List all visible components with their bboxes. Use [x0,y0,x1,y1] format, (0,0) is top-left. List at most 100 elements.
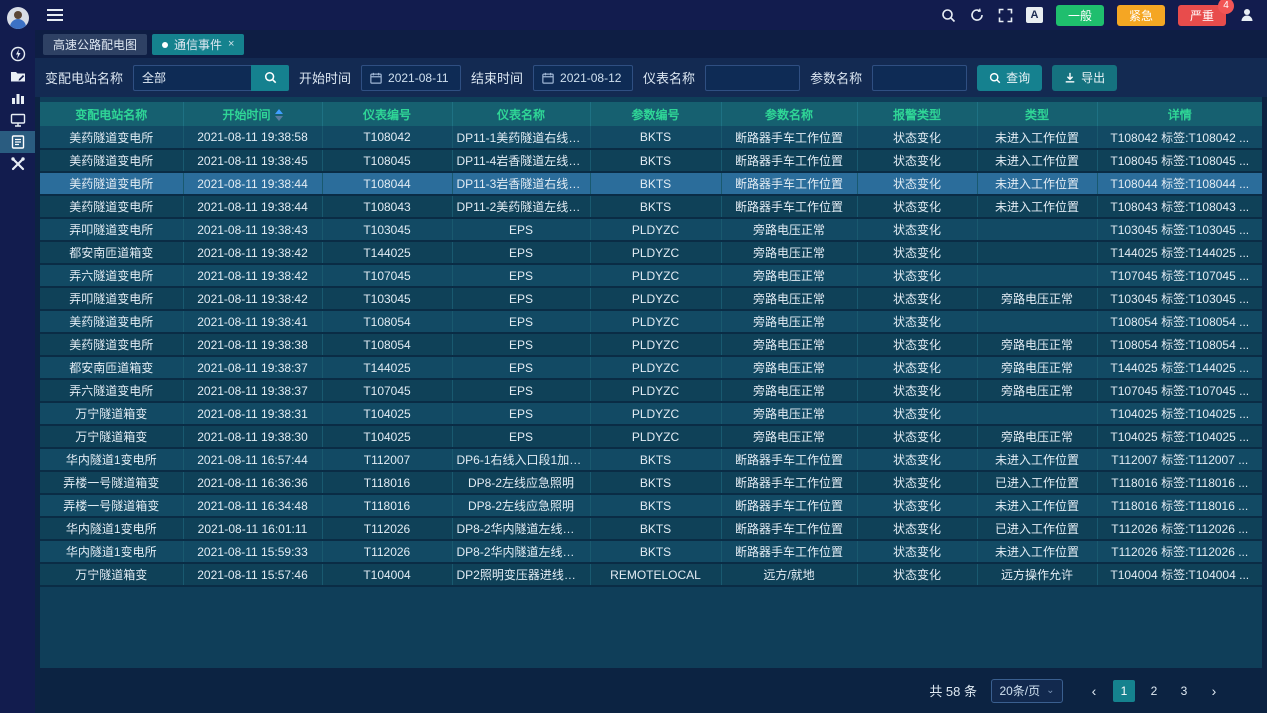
table-cell: DP11-4岩香隧道左线应... [452,149,590,172]
sidebar-item-events[interactable] [0,131,35,153]
refresh-icon[interactable] [969,7,985,23]
table-cell: BKTS [590,494,721,517]
alarm-badge-general[interactable]: 一般 [1056,5,1104,26]
table-cell: PLDYZC [590,356,721,379]
table-cell: 2021-08-11 19:38:37 [183,379,322,402]
table-row[interactable]: 弄楼一号隧道箱变2021-08-11 16:36:36T118016DP8-2左… [40,471,1262,494]
table-cell: 状态变化 [857,149,977,172]
table-cell: 2021-08-11 16:01:11 [183,517,322,540]
page-button[interactable]: 3 [1173,680,1195,702]
next-page-button[interactable]: › [1203,680,1225,702]
column-header[interactable]: 变配电站名称 [40,102,183,126]
table-row[interactable]: 美药隧道变电所2021-08-11 19:38:45T108045DP11-4岩… [40,149,1262,172]
sidebar-item-tools[interactable] [0,153,35,175]
station-search-button[interactable] [251,65,289,91]
column-header[interactable]: 开始时间 [183,102,322,126]
user-icon[interactable] [1239,7,1255,23]
table-cell: EPS [452,356,590,379]
table-row[interactable]: 美药隧道变电所2021-08-11 19:38:41T108054EPSPLDY… [40,310,1262,333]
page-button[interactable]: 1 [1113,680,1135,702]
sidebar-item-monitor[interactable] [0,109,35,131]
table-cell: EPS [452,402,590,425]
export-button-label: 导出 [1081,69,1105,86]
export-button[interactable]: 导出 [1052,65,1117,91]
alarm-badge-severe[interactable]: 严重 4 [1178,5,1226,26]
table-cell: PLDYZC [590,218,721,241]
user-avatar[interactable] [7,7,29,29]
table-row[interactable]: 万宁隧道箱变2021-08-11 19:38:31T104025EPSPLDYZ… [40,402,1262,425]
menu-toggle-icon[interactable] [47,6,63,24]
table-row[interactable]: 美药隧道变电所2021-08-11 19:38:44T108044DP11-3岩… [40,172,1262,195]
table-row[interactable]: 万宁隧道箱变2021-08-11 15:57:46T104004DP2照明变压器… [40,563,1262,586]
tab-comm-events[interactable]: 通信事件 × [152,34,244,55]
column-header[interactable]: 仪表编号 [322,102,452,126]
table-cell: T103045 [322,218,452,241]
table-cell: 弄六隧道变电所 [40,264,183,287]
table-row[interactable]: 弄六隧道变电所2021-08-11 19:38:37T107045EPSPLDY… [40,379,1262,402]
table-row[interactable]: 弄叩隧道变电所2021-08-11 19:38:42T103045EPSPLDY… [40,287,1262,310]
page-button[interactable]: 2 [1143,680,1165,702]
font-icon[interactable]: A [1026,7,1043,23]
table-cell: 远方操作允许 [977,563,1097,586]
table-cell: T108044 标签:T108044 ... [1097,172,1262,195]
table-row[interactable]: 都安南匝道箱变2021-08-11 19:38:37T144025EPSPLDY… [40,356,1262,379]
table-cell: 2021-08-11 19:38:43 [183,218,322,241]
query-button-label: 查询 [1006,69,1030,86]
topbar-actions: A 一般 紧急 严重 4 [941,5,1255,26]
start-date-input[interactable]: 2021-08-11 [361,65,461,91]
table-row[interactable]: 美药隧道变电所2021-08-11 19:38:38T108054EPSPLDY… [40,333,1262,356]
column-header[interactable]: 仪表名称 [452,102,590,126]
table-row[interactable]: 华内隧道1变电所2021-08-11 16:57:44T112007DP6-1右… [40,448,1262,471]
table-cell: BKTS [590,172,721,195]
station-input[interactable] [133,65,251,91]
table-cell: EPS [452,379,590,402]
table-row[interactable]: 美药隧道变电所2021-08-11 19:38:44T108043DP11-2美… [40,195,1262,218]
column-header[interactable]: 详情 [1097,102,1262,126]
table-cell [977,264,1097,287]
table-row[interactable]: 美药隧道变电所2021-08-11 19:38:58T108042DP11-1美… [40,126,1262,149]
table-cell: 状态变化 [857,126,977,149]
table-row[interactable]: 华内隧道1变电所2021-08-11 15:59:33T112026DP8-2华… [40,540,1262,563]
table-cell: 远方/就地 [721,563,857,586]
end-date-input[interactable]: 2021-08-12 [533,65,633,91]
table-row[interactable]: 弄楼一号隧道箱变2021-08-11 16:34:48T118016DP8-2左… [40,494,1262,517]
sort-icon[interactable] [275,109,283,121]
table-cell: BKTS [590,517,721,540]
table-cell: 状态变化 [857,402,977,425]
tab-close-icon[interactable]: × [228,39,234,50]
fullscreen-icon[interactable] [998,8,1013,23]
table-cell: T112026 [322,517,452,540]
table-cell: T104025 标签:T104025 ... [1097,425,1262,448]
table-cell: 旁路电压正常 [721,379,857,402]
search-icon[interactable] [941,8,956,23]
table-row[interactable]: 弄六隧道变电所2021-08-11 19:38:42T107045EPSPLDY… [40,264,1262,287]
table-cell: T103045 [322,287,452,310]
page-size-select[interactable]: 20条/页 ⌄ [991,679,1063,703]
tab-label: 通信事件 [174,36,222,53]
column-header[interactable]: 参数编号 [590,102,721,126]
table-cell: BKTS [590,126,721,149]
column-header[interactable]: 报警类型 [857,102,977,126]
alarm-badge-urgent[interactable]: 紧急 [1117,5,1165,26]
table-cell: 弄楼一号隧道箱变 [40,494,183,517]
param-name-input[interactable] [872,65,967,91]
sidebar-item-files[interactable] [0,65,35,87]
report-icon [10,134,26,150]
table-cell: 弄叩隧道变电所 [40,218,183,241]
table-cell: T104004 标签:T104004 ... [1097,563,1262,586]
column-header[interactable]: 参数名称 [721,102,857,126]
sidebar-item-statistics[interactable] [0,87,35,109]
table-cell: 断路器手车工作位置 [721,471,857,494]
table-cell: REMOTELOCAL [590,563,721,586]
sidebar-item-overview[interactable] [0,43,35,65]
table-row[interactable]: 弄叩隧道变电所2021-08-11 19:38:43T103045EPSPLDY… [40,218,1262,241]
column-header[interactable]: 类型 [977,102,1097,126]
table-row[interactable]: 万宁隧道箱变2021-08-11 19:38:30T104025EPSPLDYZ… [40,425,1262,448]
query-button[interactable]: 查询 [977,65,1042,91]
table-row[interactable]: 华内隧道1变电所2021-08-11 16:01:11T112026DP8-2华… [40,517,1262,540]
table-cell: 断路器手车工作位置 [721,172,857,195]
prev-page-button[interactable]: ‹ [1083,680,1105,702]
tab-power-diagram[interactable]: 高速公路配电图 [43,34,147,55]
table-row[interactable]: 都安南匝道箱变2021-08-11 19:38:42T144025EPSPLDY… [40,241,1262,264]
meter-name-input[interactable] [705,65,800,91]
